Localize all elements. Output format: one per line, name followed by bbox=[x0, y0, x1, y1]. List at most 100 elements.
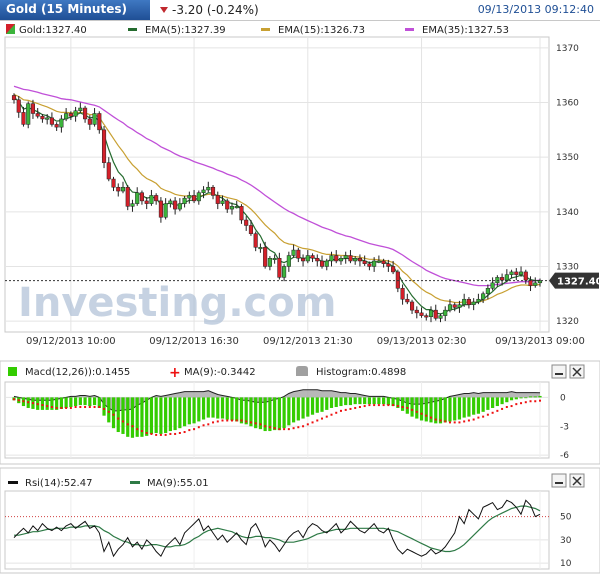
candle-body bbox=[433, 309, 438, 319]
candle-body bbox=[106, 162, 111, 180]
macd-y-tick: -6 bbox=[560, 451, 569, 461]
time-tick-label: 09/12/2013 21:30 bbox=[263, 336, 353, 347]
rsi-close-button[interactable] bbox=[569, 473, 585, 488]
candle-body bbox=[135, 192, 140, 204]
time-tick-label: 09/12/2013 10:00 bbox=[26, 336, 116, 347]
candle-body bbox=[154, 195, 159, 202]
macd-bar bbox=[268, 397, 272, 432]
macd-ma-point bbox=[169, 432, 172, 435]
macd-ma-point bbox=[249, 421, 252, 424]
candle-body bbox=[225, 200, 230, 210]
macd-bar bbox=[457, 397, 462, 420]
candle-body bbox=[144, 200, 149, 204]
legend-rsi-ma-swatch bbox=[130, 481, 140, 484]
candle-body bbox=[239, 206, 244, 221]
macd-bar bbox=[353, 397, 357, 405]
candle-body bbox=[523, 271, 528, 281]
macd-ma-point bbox=[188, 429, 191, 432]
macd-ma-point bbox=[235, 419, 238, 422]
macd-ma-point bbox=[439, 419, 442, 422]
macd-ma-point bbox=[539, 399, 541, 402]
legend-rsi-swatch bbox=[8, 481, 18, 484]
macd-bar bbox=[386, 397, 390, 406]
macd-bar bbox=[400, 397, 405, 411]
candle-body bbox=[376, 260, 381, 263]
macd-ma-point bbox=[297, 426, 300, 429]
candle-body bbox=[130, 203, 135, 207]
rsi-panel: Rsi(14):52.47 MA(9):55.01 10 30 50 bbox=[0, 467, 600, 574]
macd-ma-point bbox=[245, 420, 248, 423]
macd-bar bbox=[83, 397, 87, 406]
macd-bar bbox=[367, 397, 372, 405]
macd-ma-point bbox=[482, 415, 485, 418]
legend-histogram-swatch bbox=[296, 366, 308, 376]
macd-ma-point bbox=[515, 403, 518, 406]
candle-body bbox=[324, 260, 329, 267]
macd-ma-point bbox=[159, 433, 162, 436]
macd-ma-point bbox=[88, 406, 91, 409]
macd-bar bbox=[45, 397, 49, 410]
macd-ma-point bbox=[463, 420, 466, 423]
macd-bar bbox=[405, 397, 409, 414]
candle-body bbox=[296, 249, 301, 259]
candle-body bbox=[35, 113, 40, 117]
candle-body bbox=[319, 260, 325, 267]
legend-ema15: EMA(15):1326.73 bbox=[278, 25, 365, 36]
macd-ma-point bbox=[216, 420, 219, 423]
candle-body bbox=[277, 258, 282, 278]
candle-body bbox=[471, 301, 476, 305]
candle-body bbox=[424, 315, 429, 318]
macd-ma-point bbox=[93, 406, 96, 409]
macd-ma-point bbox=[472, 418, 475, 421]
candle-body bbox=[263, 247, 268, 267]
candle-body bbox=[391, 266, 396, 273]
candle-body bbox=[334, 255, 339, 262]
macd-ma-point bbox=[117, 417, 120, 420]
candle-body bbox=[210, 186, 216, 196]
chart-title: Gold (15 Minutes) bbox=[6, 2, 127, 16]
macd-ma-point bbox=[107, 410, 110, 413]
macd-bar bbox=[310, 397, 315, 415]
macd-ma-point bbox=[467, 419, 470, 422]
macd-bar bbox=[182, 397, 187, 427]
candle-body bbox=[457, 304, 462, 308]
candle-body bbox=[476, 298, 481, 303]
candle-body bbox=[443, 309, 448, 316]
macd-ma-point bbox=[377, 404, 380, 407]
macd-bar bbox=[239, 397, 244, 424]
candle-body bbox=[400, 288, 405, 300]
candle-body bbox=[338, 258, 344, 262]
macd-bar bbox=[514, 397, 518, 400]
candle-body bbox=[26, 103, 31, 125]
macd-ma-point bbox=[382, 404, 385, 407]
macd-ma-point bbox=[354, 406, 357, 409]
macd-bar bbox=[495, 397, 499, 407]
macd-bar bbox=[296, 397, 300, 421]
macd-ma-point bbox=[22, 400, 25, 403]
macd-ma-point bbox=[339, 409, 342, 412]
candle-body bbox=[310, 255, 315, 259]
macd-bar bbox=[372, 397, 376, 405]
rsi-minimize-button[interactable] bbox=[551, 473, 567, 488]
macd-minimize-button[interactable] bbox=[551, 364, 567, 379]
candle-body bbox=[438, 315, 443, 319]
macd-ma-point bbox=[302, 425, 305, 428]
macd-bar bbox=[363, 397, 367, 405]
macd-ma-point bbox=[420, 412, 423, 415]
macd-ma-point bbox=[396, 405, 399, 408]
price-y-tick: 1330 bbox=[556, 262, 579, 272]
macd-ma-point bbox=[444, 420, 447, 423]
macd-bar bbox=[476, 397, 480, 414]
macd-bar bbox=[306, 397, 310, 417]
candle-body bbox=[372, 260, 377, 267]
macd-close-button[interactable] bbox=[569, 364, 585, 379]
legend-macd: Macd(12,26)):0.1455 bbox=[25, 367, 130, 378]
candle-body bbox=[149, 195, 154, 204]
macd-bar bbox=[102, 397, 106, 416]
macd-bar bbox=[524, 397, 528, 399]
time-axis-ticks: 09/12/2013 10:00 09/12/2013 16:30 09/12/20… bbox=[26, 336, 585, 347]
macd-bar bbox=[187, 397, 191, 425]
candle-body bbox=[343, 255, 348, 259]
candle-body bbox=[248, 225, 253, 234]
macd-bar bbox=[315, 397, 319, 413]
